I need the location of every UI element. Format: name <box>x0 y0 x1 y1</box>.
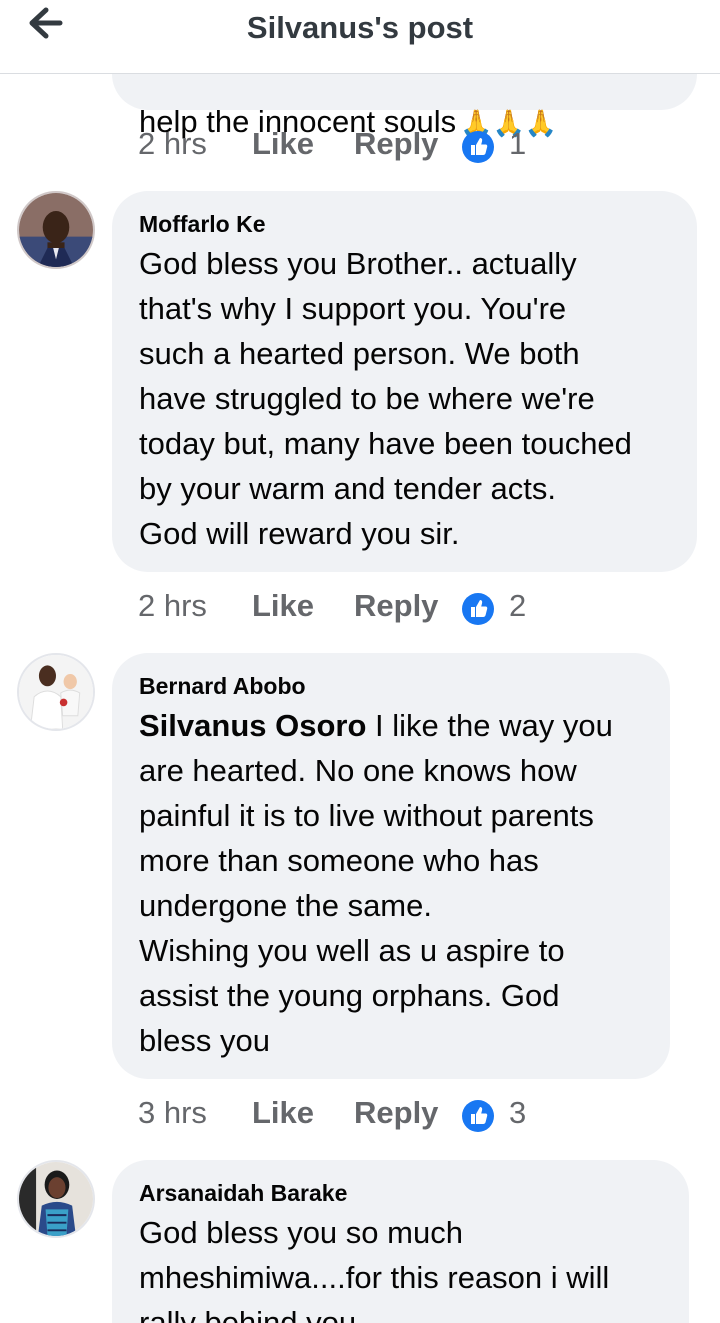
comment-bubble: Bernard Abobo Silvanus Osoro I like the … <box>112 653 670 1079</box>
reply-button[interactable]: Reply <box>354 126 438 162</box>
comment-author[interactable]: Arsanaidah Barake <box>139 1180 347 1207</box>
like-reaction-icon[interactable] <box>461 592 495 626</box>
comment-bubble: Moffarlo Ke God bless you Brother.. actu… <box>112 191 697 572</box>
reaction-count: 1 <box>509 126 527 161</box>
reaction-count: 2 <box>509 588 527 623</box>
comment-time: 3 hrs <box>138 1095 207 1130</box>
comment-time: 2 hrs <box>138 126 207 161</box>
like-button[interactable]: Like <box>252 126 314 162</box>
comment-author[interactable]: Bernard Abobo <box>139 673 306 700</box>
like-reaction-icon[interactable] <box>461 1099 495 1133</box>
reply-button[interactable]: Reply <box>354 1095 438 1131</box>
avatar[interactable] <box>17 191 95 269</box>
top-bar: Silvanus's post <box>0 0 720 74</box>
comment-time: 2 hrs <box>138 588 207 623</box>
like-reaction-icon[interactable] <box>461 130 495 164</box>
like-button[interactable]: Like <box>252 588 314 624</box>
comment-bubble: Arsanaidah Barake God bless you so much … <box>112 1160 689 1323</box>
mention-link[interactable]: Silvanus Osoro <box>139 708 366 743</box>
avatar[interactable] <box>17 653 95 731</box>
comment-text: God bless you Brother.. actually that's … <box>139 246 632 551</box>
avatar[interactable] <box>17 1160 95 1238</box>
comment-text: God bless you so much mheshimiwa....for … <box>139 1215 610 1323</box>
reaction-count: 3 <box>509 1095 527 1130</box>
reply-button[interactable]: Reply <box>354 588 438 624</box>
comment-text: Silvanus Osoro I like the way you are he… <box>139 708 613 1058</box>
page-title: Silvanus's post <box>246 10 474 45</box>
comment-author[interactable]: Moffarlo Ke <box>139 211 266 238</box>
like-button[interactable]: Like <box>252 1095 314 1131</box>
